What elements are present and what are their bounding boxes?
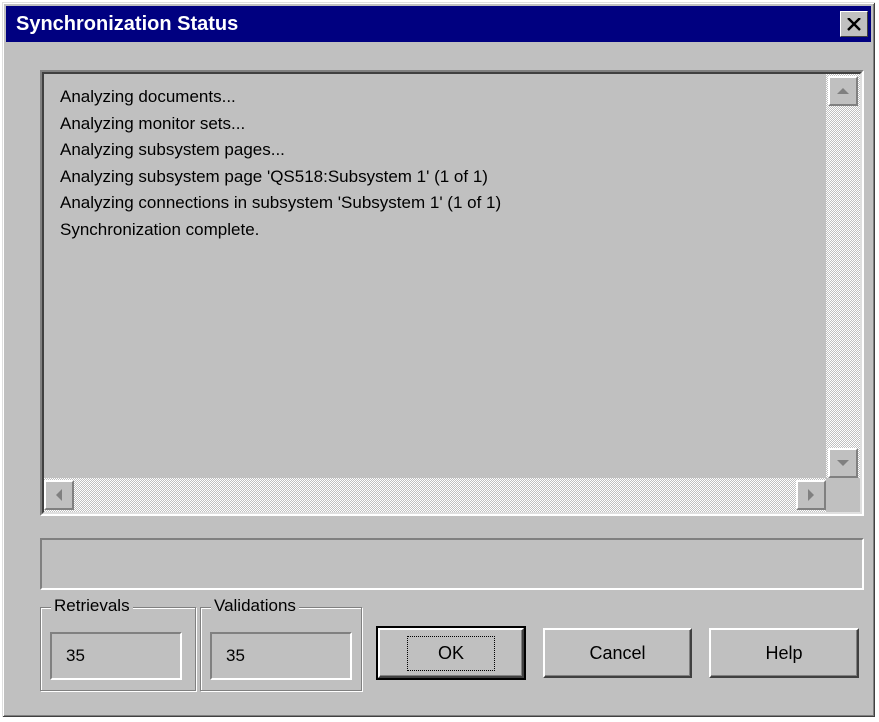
horizontal-scrollbar[interactable] [44,478,826,512]
close-button[interactable] [840,11,868,37]
ok-label: OK [406,635,495,671]
validations-value: 35 [226,646,245,665]
scroll-down-arrow-icon [837,460,849,466]
retrievals-field: 35 [50,632,182,680]
scrollbar-corner [826,478,860,512]
log-line: Analyzing documents... [60,87,236,106]
sync-status-dialog: Synchronization Status Analyzing documen… [2,2,875,717]
scroll-up-button[interactable] [828,76,858,106]
scroll-right-arrow-icon [808,489,814,501]
log-line: Analyzing subsystem page 'QS518:Subsyste… [60,166,488,186]
scroll-up-arrow-icon [837,88,849,94]
validations-group: Validations 35 [200,596,362,691]
log-line: Analyzing connections in subsystem 'Subs… [60,193,502,213]
log-listbox[interactable]: Analyzing documents... Analyzing monitor … [40,70,864,516]
window-title: Synchronization Status [16,13,239,35]
cancel-button[interactable]: Cancel [543,628,692,678]
ok-button[interactable]: OK [376,626,526,680]
validations-label: Validations [211,596,299,616]
help-button[interactable]: Help [709,628,859,678]
vertical-scrollbar[interactable] [826,74,860,478]
scroll-left-arrow-icon [56,489,62,501]
scroll-down-button[interactable] [828,448,858,478]
log-line: Synchronization complete. [60,219,260,239]
title-bar[interactable]: Synchronization Status [6,6,871,42]
scroll-right-button[interactable] [796,480,826,510]
validations-field: 35 [210,632,352,680]
log-line: Analyzing monitor sets... [60,113,246,133]
progress-bar [40,538,864,590]
log-area: Analyzing documents... Analyzing monitor … [42,72,862,514]
retrievals-group: Retrievals 35 [40,596,196,691]
scroll-left-button[interactable] [44,480,74,510]
help-label: Help [765,642,803,663]
close-icon [847,17,861,31]
log-line: Analyzing subsystem pages... [60,140,285,160]
log-lines: Analyzing documents... Analyzing monitor … [60,84,501,244]
cancel-label: Cancel [589,642,646,663]
retrievals-label: Retrievals [51,596,133,616]
retrievals-value: 35 [66,646,85,665]
